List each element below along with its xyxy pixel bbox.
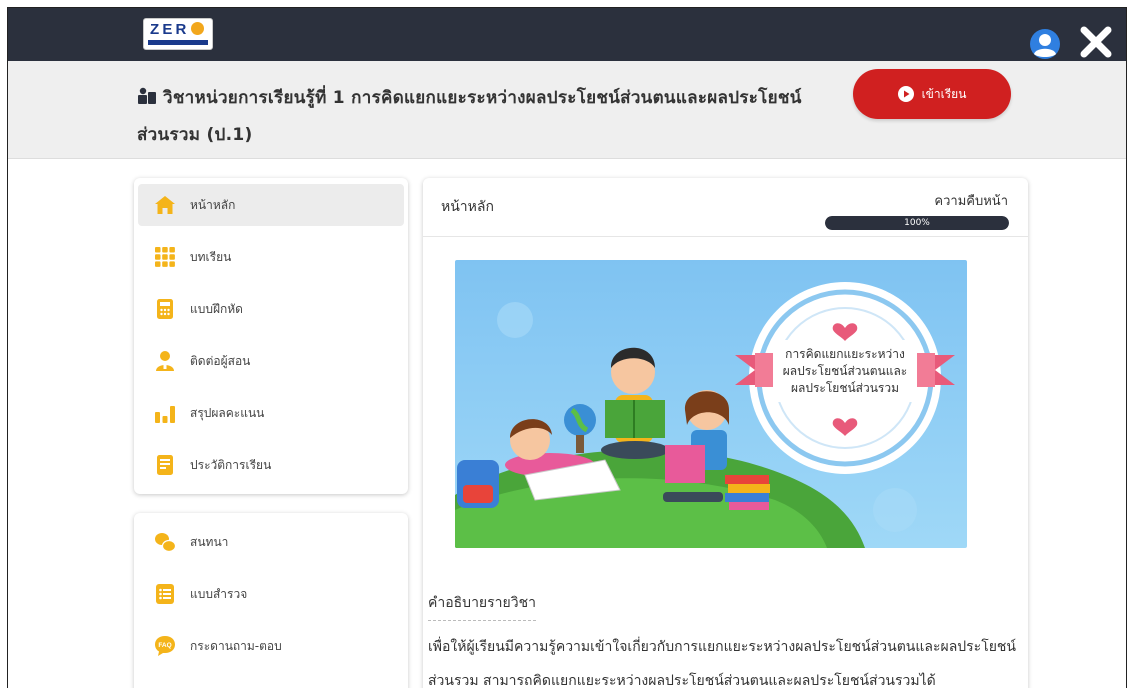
logo-text: Z E R xyxy=(150,21,204,38)
course-banner-image: การคิดแยกแยะระหว่าง ผลประโยชน์ส่วนตนและ … xyxy=(455,260,967,548)
course-icon xyxy=(138,87,156,104)
user-avatar-icon[interactable] xyxy=(1030,29,1060,59)
enter-class-button[interactable]: เข้าเรียน xyxy=(853,69,1011,119)
person-icon xyxy=(156,351,174,371)
sidebar-item-qa-board[interactable]: FAQ กระดานถาม-ตอบ xyxy=(138,625,404,667)
sidebar-extra-menu: สนทนา แบบสำรวจ FAQ กระดานถาม-ตอบ xyxy=(134,513,408,688)
main-content-card: หน้าหลัก ความคืบหน้า 100% การคิดแยกแยะระ… xyxy=(423,178,1028,688)
chat-icon xyxy=(155,533,176,553)
history-icon xyxy=(157,455,173,475)
banner-line-1: การคิดแยกแยะระหว่าง xyxy=(785,347,905,361)
grid-icon xyxy=(155,247,175,267)
sidebar-item-exercises[interactable]: แบบฝึกหัด xyxy=(138,288,404,330)
sidebar-item-survey[interactable]: แบบสำรวจ xyxy=(138,573,404,615)
description-heading: คำอธิบายรายวิชา xyxy=(428,592,536,621)
sidebar-item-contact-teacher[interactable]: ติดต่อผู้สอน xyxy=(138,340,404,382)
sidebar-item-learning-history[interactable]: ประวัติการเรียน xyxy=(138,444,404,486)
sidebar-main-menu: หน้าหลัก บทเรียน แบบฝึกหัด ติดต่อผู้สอน … xyxy=(134,178,408,494)
calculator-icon xyxy=(157,299,173,319)
description-text: เพื่อให้ผู้เรียนมีความรู้ความเข้าใจเกี่ย… xyxy=(428,639,1016,688)
course-header: วิชาหน่วยการเรียนรู้ที่ 1 การคิดแยกแยะระ… xyxy=(8,61,1126,159)
sidebar-item-lessons[interactable]: บทเรียน xyxy=(138,236,404,278)
progress-bar: 100% xyxy=(825,216,1009,230)
sidebar-item-score-summary[interactable]: สรุปผลคะแนน xyxy=(138,392,404,434)
course-title: วิชาหน่วยการเรียนรู้ที่ 1 การคิดแยกแยะระ… xyxy=(137,87,802,145)
app-window: Z E R วิชาหน่วยการเรียนรู้ที่ 1 การคิดแย… xyxy=(7,7,1127,688)
progress-label: ความคืบหน้า xyxy=(934,194,1008,209)
close-icon[interactable] xyxy=(1078,24,1114,60)
faq-icon-text: FAQ xyxy=(158,642,171,649)
banner-line-2: ผลประโยชน์ส่วนตนและ xyxy=(783,364,908,378)
top-bar: Z E R xyxy=(8,8,1126,61)
progress-text: 100% xyxy=(904,218,930,228)
banner-line-3: ผลประโยชน์ส่วนรวม xyxy=(791,381,899,395)
bar-chart-icon xyxy=(155,406,175,423)
survey-icon xyxy=(156,584,174,604)
zero-logo[interactable]: Z E R xyxy=(143,18,213,50)
divider xyxy=(423,236,1028,237)
play-icon xyxy=(897,86,914,102)
home-icon xyxy=(155,196,175,214)
sidebar-item-chat[interactable]: สนทนา xyxy=(138,521,404,563)
faq-icon: FAQ xyxy=(155,636,175,656)
content-title: หน้าหลัก xyxy=(441,199,494,215)
sidebar-item-home[interactable]: หน้าหลัก xyxy=(138,184,404,226)
